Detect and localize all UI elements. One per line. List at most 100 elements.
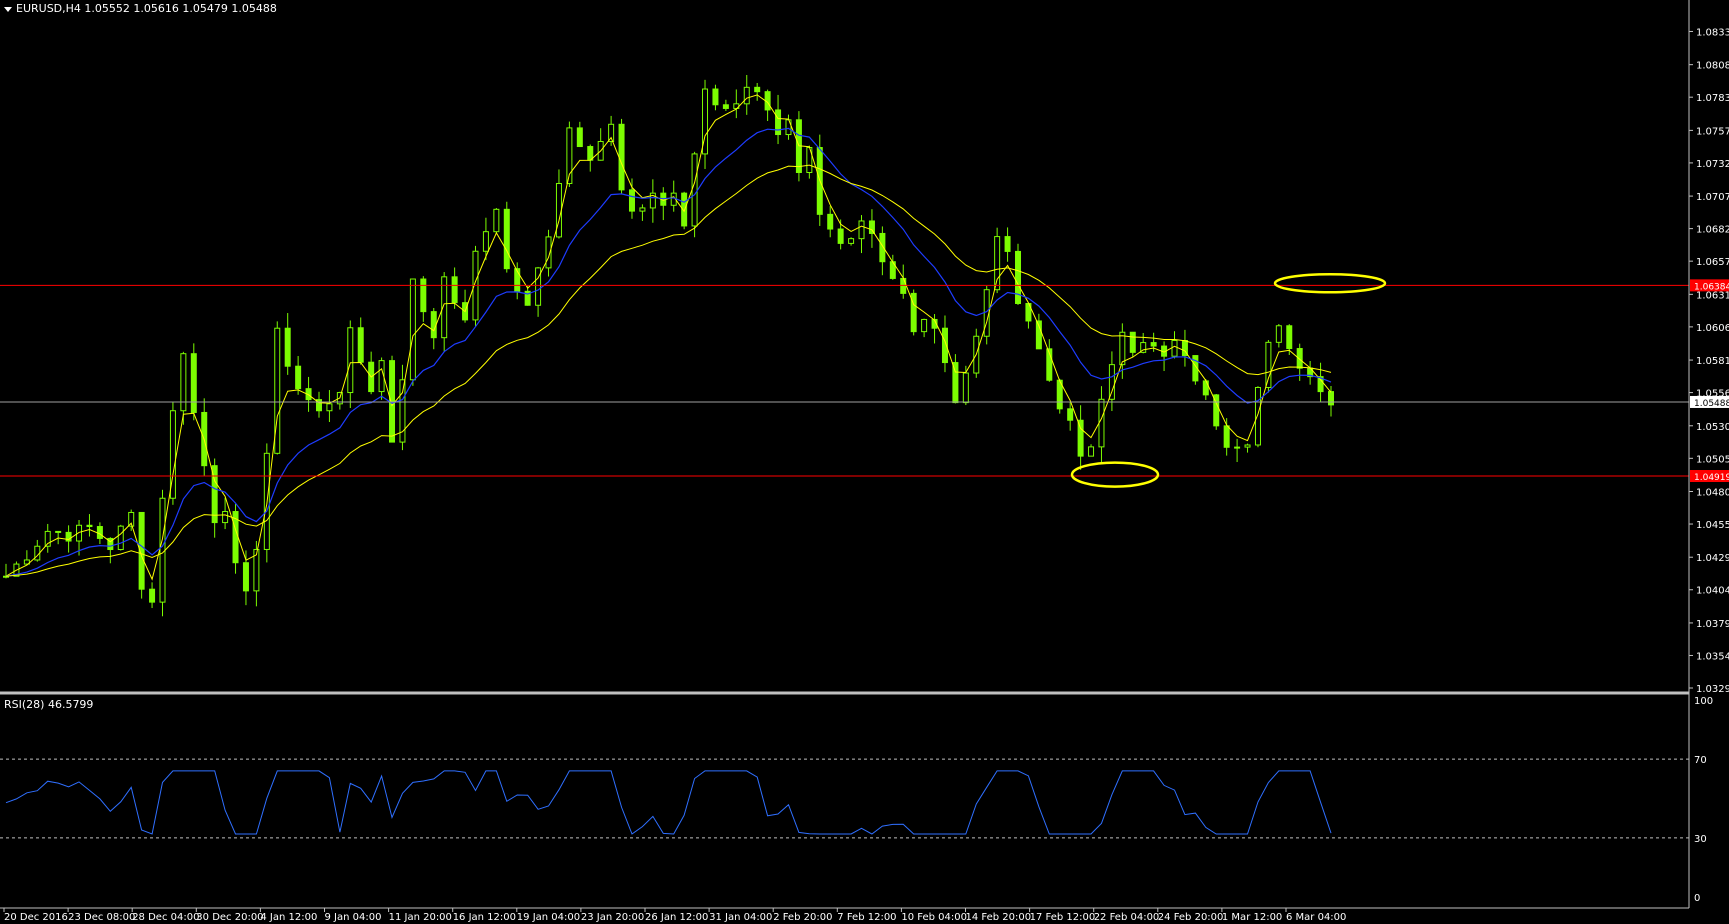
candle [618, 118, 625, 194]
x-tick-label: 24 Feb 20:00 [1158, 912, 1224, 923]
candle-body [326, 403, 333, 412]
candle-body [1202, 380, 1209, 396]
rsi-label: RSI(28) 46.5799 [4, 698, 94, 711]
annotations-layer [1070, 273, 1387, 488]
x-tick-label: 4 Jan 12:00 [260, 912, 317, 923]
symbol-label: EURUSD,H4 [16, 2, 81, 15]
candle-body [1108, 364, 1115, 400]
y-tick-label: 1.07575 [1696, 126, 1729, 137]
candle-body [743, 86, 750, 105]
y-tick-label: 1.08080 [1696, 61, 1729, 72]
candle-body [86, 524, 93, 528]
candle [1254, 386, 1261, 448]
highlight-ellipse-top [1273, 273, 1387, 294]
candle [1181, 329, 1188, 367]
candle [420, 276, 427, 322]
y-tick-label: 1.06820 [1696, 225, 1729, 236]
close-value: 1.05488 [231, 2, 277, 15]
candle [315, 391, 322, 418]
y-tick-label: 1.06065 [1696, 323, 1729, 334]
candle [712, 84, 719, 111]
candle-body [921, 318, 928, 333]
candle [921, 318, 928, 338]
y-tick-label: 1.05305 [1696, 422, 1729, 433]
candle [785, 114, 792, 140]
candle-body [576, 127, 583, 148]
candle-body [1286, 325, 1293, 350]
candle-body [242, 562, 249, 592]
candle-body [555, 182, 562, 238]
candle [827, 206, 834, 238]
candle-body [691, 153, 698, 227]
candle-body [1265, 341, 1272, 388]
y-tick-label: 1.04295 [1696, 553, 1729, 564]
candle-body [848, 238, 855, 244]
ma-slow-line [5, 164, 1332, 577]
candle-body [1077, 419, 1084, 457]
x-tick-label: 20 Dec 2016 [4, 912, 68, 923]
y-tick-label: 1.05055 [1696, 454, 1729, 465]
open-value: 1.05552 [84, 2, 130, 15]
x-tick-label: 2 Feb 20:00 [773, 912, 832, 923]
candle [1129, 331, 1136, 358]
candle-body [868, 220, 875, 234]
candles-layer [3, 74, 1334, 617]
candle [566, 121, 573, 187]
candle [117, 524, 124, 551]
x-tick-label: 31 Jan 04:00 [709, 912, 772, 923]
candle-body [295, 365, 302, 390]
candle-body [117, 525, 124, 551]
price-lines-layer: 1.063841.049191.05488 [0, 279, 1729, 483]
candle [743, 74, 750, 115]
candle [409, 278, 416, 386]
candle [211, 458, 218, 538]
rsi-tick-label: 0 [1694, 893, 1700, 904]
candle [86, 514, 93, 537]
y-tick-label: 1.06315 [1696, 290, 1729, 301]
candle-body [754, 86, 761, 93]
hline-price-label: 1.04919 [1694, 473, 1729, 483]
candle-body [503, 208, 510, 270]
candle-body [1171, 340, 1178, 357]
x-tick-label: 6 Mar 04:00 [1286, 912, 1346, 923]
candle [493, 207, 500, 235]
candle [754, 83, 761, 101]
candle [1234, 438, 1241, 463]
y-tick-label: 1.08335 [1696, 27, 1729, 38]
candle-body [775, 109, 782, 136]
x-tick-label: 26 Jan 12:00 [645, 912, 708, 923]
x-tick-label: 1 Mar 12:00 [1222, 912, 1282, 923]
candle [670, 180, 677, 212]
y-tick-label: 1.07830 [1696, 93, 1729, 104]
y-tick-label: 1.05560 [1696, 389, 1729, 400]
candle [34, 539, 41, 562]
candle-body [420, 278, 427, 313]
candle [1244, 443, 1251, 453]
candle-body [827, 213, 834, 230]
candle [1161, 341, 1168, 372]
candle [660, 187, 667, 221]
rsi-line [5, 770, 1332, 835]
y-tick-label: 1.03790 [1696, 619, 1729, 630]
y-tick-label: 1.04045 [1696, 586, 1729, 597]
candle [482, 217, 489, 261]
candle [399, 364, 406, 451]
candle-body [900, 277, 907, 294]
candle [848, 237, 855, 246]
y-tick-label: 1.05810 [1696, 356, 1729, 367]
candle-body [1244, 444, 1251, 448]
y-tick-label: 1.03540 [1696, 651, 1729, 662]
candle-body [1150, 342, 1157, 347]
candle [649, 179, 656, 223]
axes-layer: 1.08335 1.08080 1.07830 1.07575 1.07325 1.070… [0, 0, 1729, 923]
chart-svg: 1.063841.049191.05488 1.08335 1.08080 1.07… [0, 0, 1729, 923]
candle [357, 317, 364, 365]
dropdown-triangle-icon[interactable] [4, 6, 12, 12]
candle [326, 390, 333, 423]
candle [430, 307, 437, 350]
candle-body [159, 497, 166, 603]
candle-body [96, 526, 103, 539]
candle-body [1015, 250, 1022, 304]
candle [44, 523, 51, 553]
x-tick-label: 9 Jan 04:00 [325, 912, 382, 923]
